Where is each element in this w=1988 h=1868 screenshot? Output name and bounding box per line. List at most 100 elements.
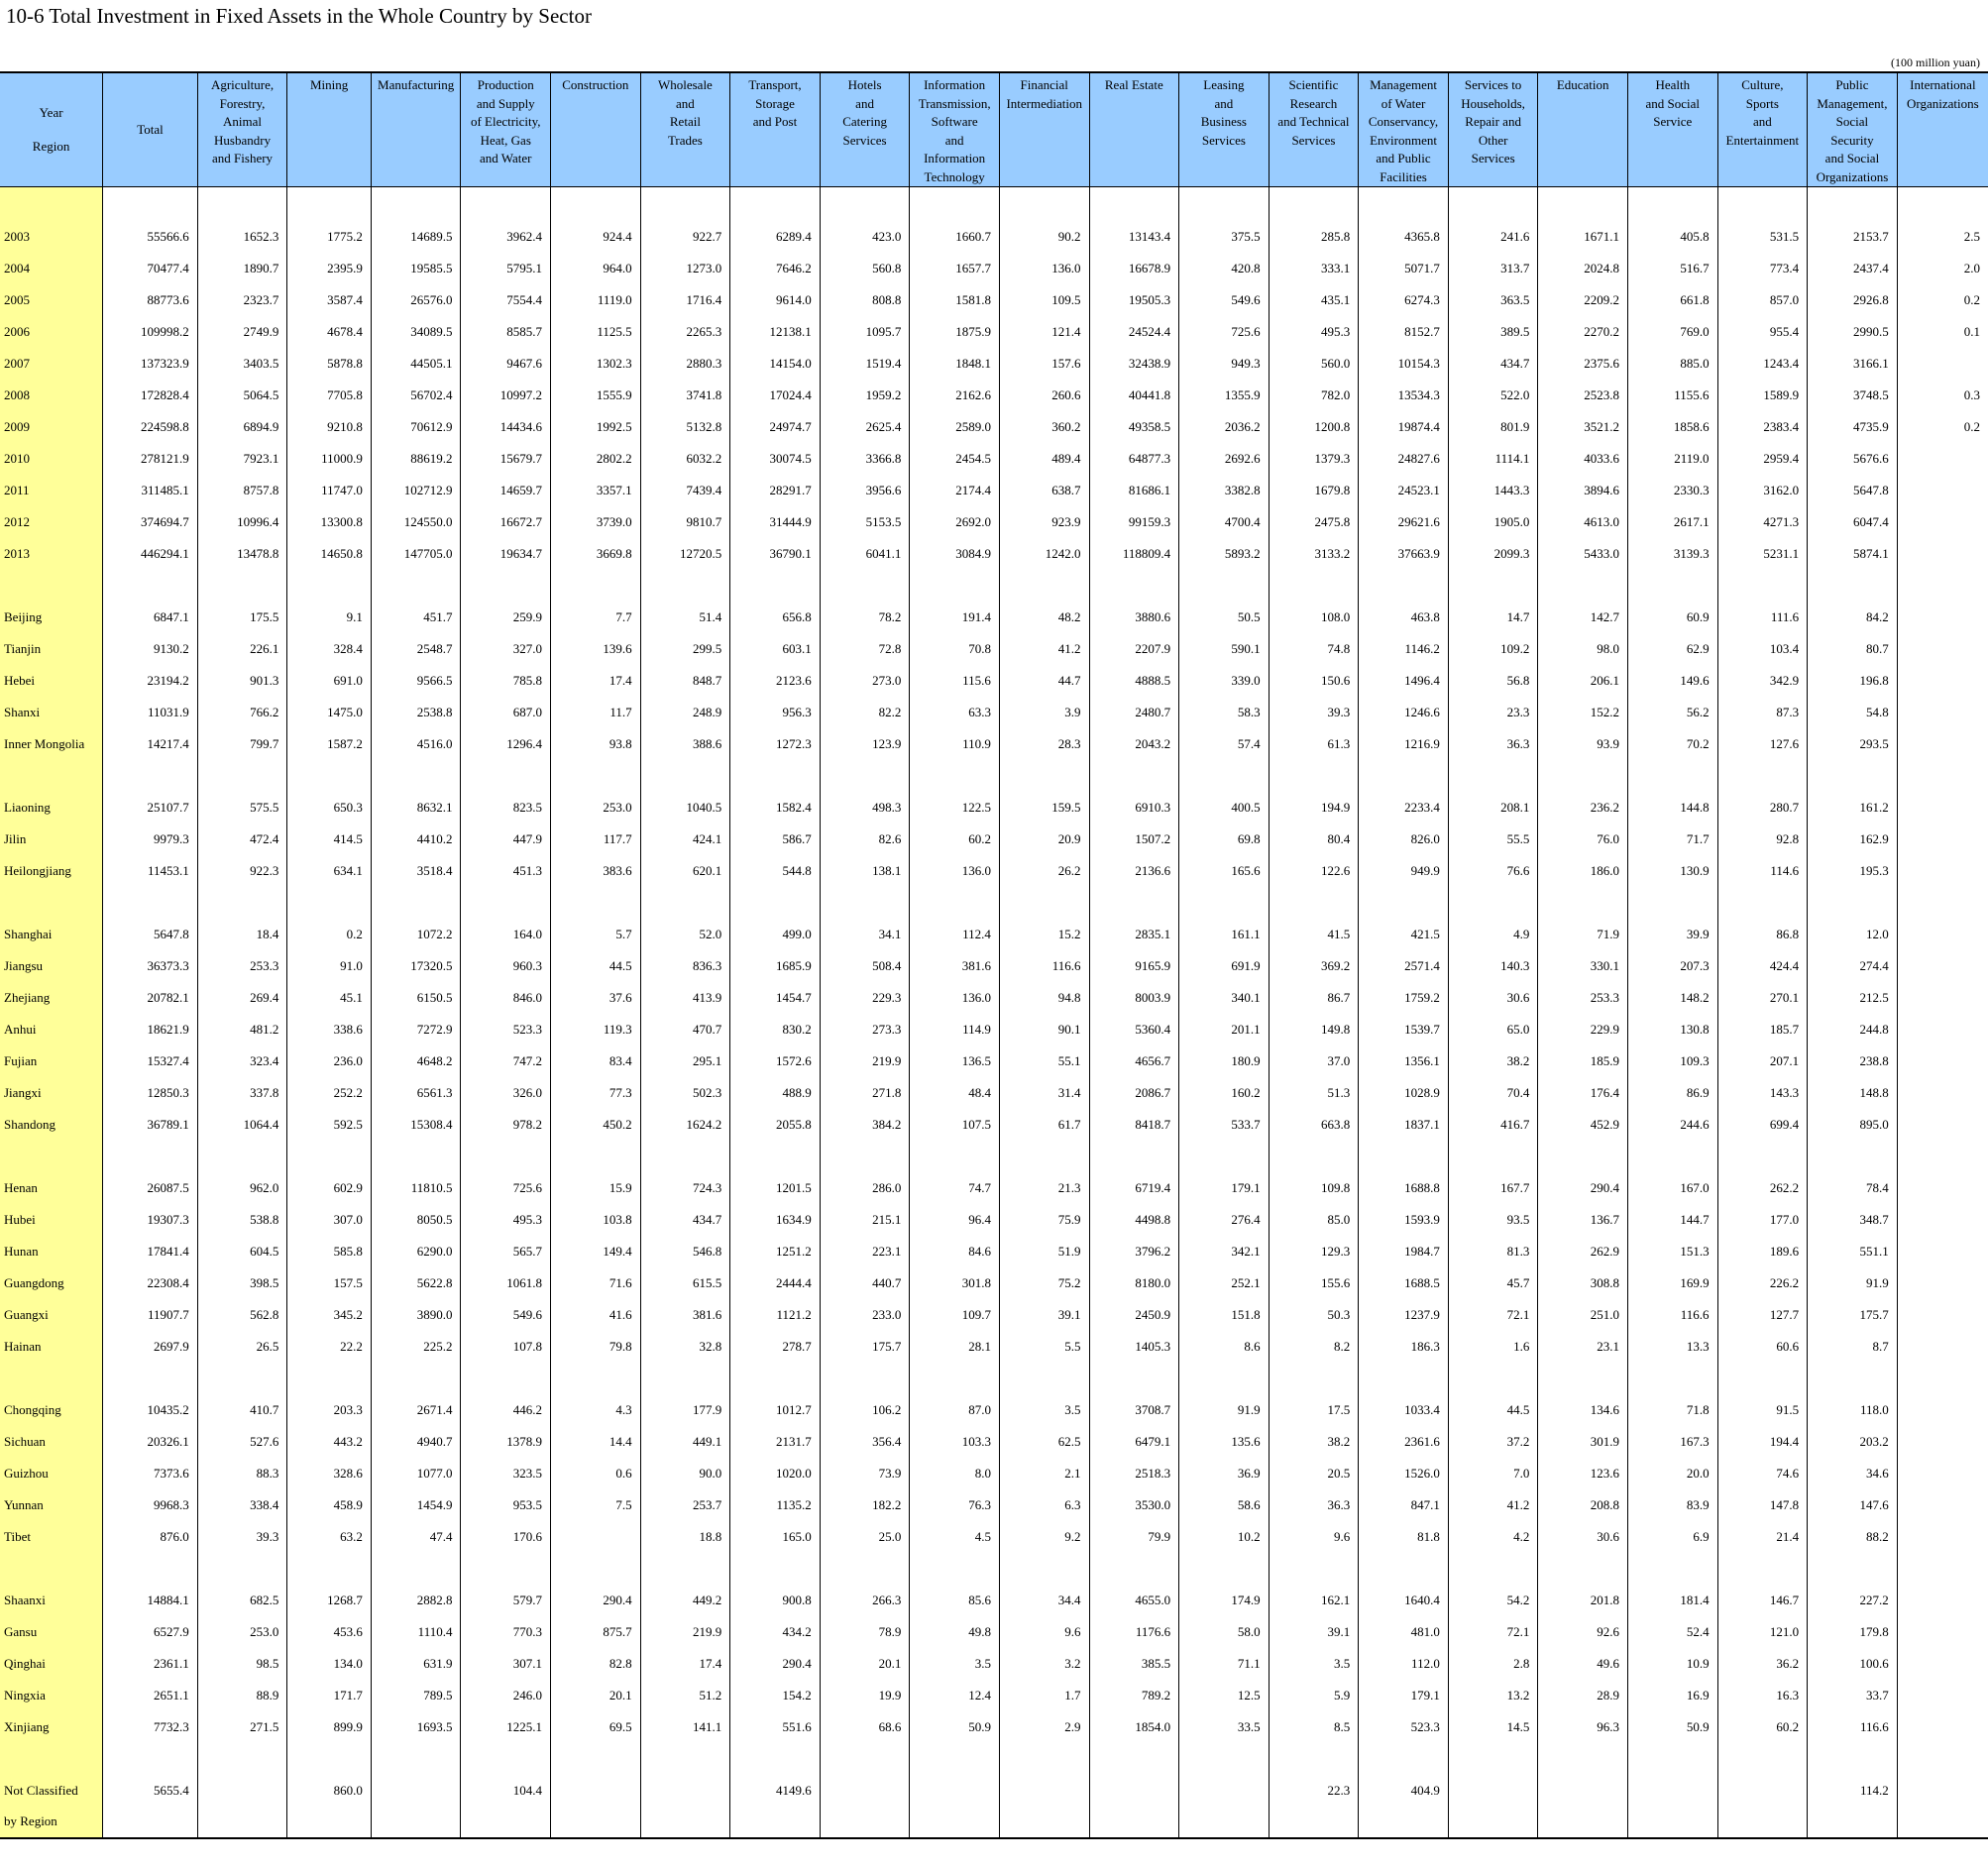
spacer-cell: [550, 759, 641, 792]
table-cell: 136.0: [909, 981, 1000, 1014]
table-cell: 2361.1: [102, 1647, 198, 1680]
table-cell: 72.8: [819, 632, 910, 665]
spacer-cell: [1178, 1362, 1270, 1394]
table-cell: [1896, 537, 1988, 570]
header-line: Services: [1201, 132, 1246, 148]
table-cell: 148.8: [1807, 1076, 1898, 1109]
spacer-cell: [729, 1552, 821, 1585]
table-cell: 88773.6: [102, 283, 198, 316]
table-cell: 96.4: [909, 1203, 1000, 1236]
table-cell: 2990.5: [1807, 315, 1898, 348]
table-cell: 2835.1: [1088, 918, 1179, 950]
table-cell: 0.2: [1896, 410, 1988, 443]
table-cell: 122.5: [909, 791, 1000, 824]
table-cell: [1896, 1171, 1988, 1204]
table-cell: 201.1: [1178, 1013, 1270, 1045]
table-cell: 68.6: [819, 1710, 910, 1743]
table-cell: 40441.8: [1088, 379, 1179, 411]
table-cell: 799.7: [196, 727, 287, 760]
table-cell: 10997.2: [460, 379, 551, 411]
spacer-cell: [1447, 569, 1538, 602]
table-cell: 8.5: [1268, 1710, 1359, 1743]
table-cell: 488.9: [729, 1076, 821, 1109]
row-label: Jiangxi: [0, 1076, 103, 1109]
spacer-cell: [0, 186, 103, 221]
table-cell: 2437.4: [1807, 252, 1898, 284]
spacer-cell: [1626, 886, 1718, 919]
table-cell: 71.1: [1178, 1647, 1270, 1680]
table-cell: 1634.9: [729, 1203, 821, 1236]
header-line: Wholesale: [657, 77, 713, 92]
table-cell: 769.0: [1626, 315, 1718, 348]
table-cell: 3133.2: [1268, 537, 1359, 570]
table-cell: 274.4: [1807, 949, 1898, 982]
column-header: Management of Water Conservancy, Environmen…: [1358, 71, 1449, 187]
table-cell: 88.3: [196, 1457, 287, 1489]
header-line: Agriculture,: [210, 77, 275, 92]
table-cell: 14659.7: [460, 474, 551, 506]
table-cell: 8418.7: [1088, 1108, 1179, 1141]
table-cell: 14217.4: [102, 727, 198, 760]
table-cell: 2959.4: [1716, 442, 1808, 475]
spacer-cell: [1447, 1742, 1538, 1775]
table-cell: 47.4: [370, 1520, 461, 1553]
table-cell: 782.0: [1268, 379, 1359, 411]
table-cell: 634.1: [286, 854, 372, 887]
table-cell: 1589.9: [1716, 379, 1808, 411]
table-cell: 453.6: [286, 1615, 372, 1648]
table-cell: 21.4: [1716, 1520, 1808, 1553]
table-row: Jiangsu 36373.3 253.3 91.0 17320.5 960.3 44.5 8…: [0, 949, 1988, 982]
table-row: Yunnan 9968.3 338.4 458.9 1454.9 953.5 7.5 253.…: [0, 1488, 1988, 1521]
header-line: Production: [477, 77, 534, 92]
table-cell: 84.2: [1807, 601, 1898, 633]
table-cell: 71.9: [1537, 918, 1628, 950]
table-cell: 276.4: [1178, 1203, 1270, 1236]
spacer-cell: [550, 186, 641, 221]
table-cell: 1.6: [1447, 1330, 1538, 1363]
table-cell: [909, 1806, 1000, 1839]
row-label: Liaoning: [0, 791, 103, 824]
table-cell: 481.2: [196, 1013, 287, 1045]
table-cell: 91.9: [1178, 1393, 1270, 1426]
table-cell: 826.0: [1358, 823, 1449, 855]
table-cell: 9.2: [998, 1520, 1090, 1553]
table-cell: 560.0: [1268, 347, 1359, 380]
table-row: Henan 26087.5 962.0 602.9 11810.5 725.6 15.9 72…: [0, 1171, 1988, 1204]
table-cell: 860.0: [286, 1774, 372, 1807]
table-cell: 615.5: [639, 1266, 730, 1299]
header-line: Health: [1655, 77, 1691, 92]
table-cell: 3890.0: [370, 1298, 461, 1331]
header-line: Software: [931, 114, 978, 129]
table-cell: 4940.7: [370, 1425, 461, 1458]
table-cell: 2024.8: [1537, 252, 1628, 284]
table-cell: 70.2: [1626, 727, 1718, 760]
table-cell: 79.8: [550, 1330, 641, 1363]
table-cell: 3530.0: [1088, 1488, 1179, 1521]
spacer-cell: [0, 759, 103, 792]
table-cell: [550, 1520, 641, 1553]
table-cell: 1237.9: [1358, 1298, 1449, 1331]
table-cell: 80.7: [1807, 632, 1898, 665]
column-header: International Organizations: [1896, 71, 1988, 187]
table-cell: 1033.4: [1358, 1393, 1449, 1426]
table-cell: 175.5: [196, 601, 287, 633]
table-cell: 8.0: [909, 1457, 1000, 1489]
table-cell: 52.4: [1626, 1615, 1718, 1648]
spacer-cell: [1626, 1140, 1718, 1172]
table-cell: 75.2: [998, 1266, 1090, 1299]
table-cell: 2270.2: [1537, 315, 1628, 348]
spacer-cell: [1088, 1362, 1179, 1394]
table-cell: 2323.7: [196, 283, 287, 316]
table-cell: 30.6: [1537, 1520, 1628, 1553]
table-cell: 1454.7: [729, 981, 821, 1014]
table-row: 2009 224598.8 6894.9 9210.8 70612.9 14434.6 19…: [0, 410, 1988, 443]
table-cell: 924.4: [550, 220, 641, 253]
spacer-cell: [1537, 186, 1628, 221]
table-cell: 23.3: [1447, 696, 1538, 728]
header-line: Services: [1291, 132, 1336, 148]
row-label: 2013: [0, 537, 103, 570]
table-cell: 773.4: [1716, 252, 1808, 284]
spacer-cell: [370, 1552, 461, 1585]
table-cell: 801.9: [1447, 410, 1538, 443]
table-cell: 0.2: [286, 918, 372, 950]
